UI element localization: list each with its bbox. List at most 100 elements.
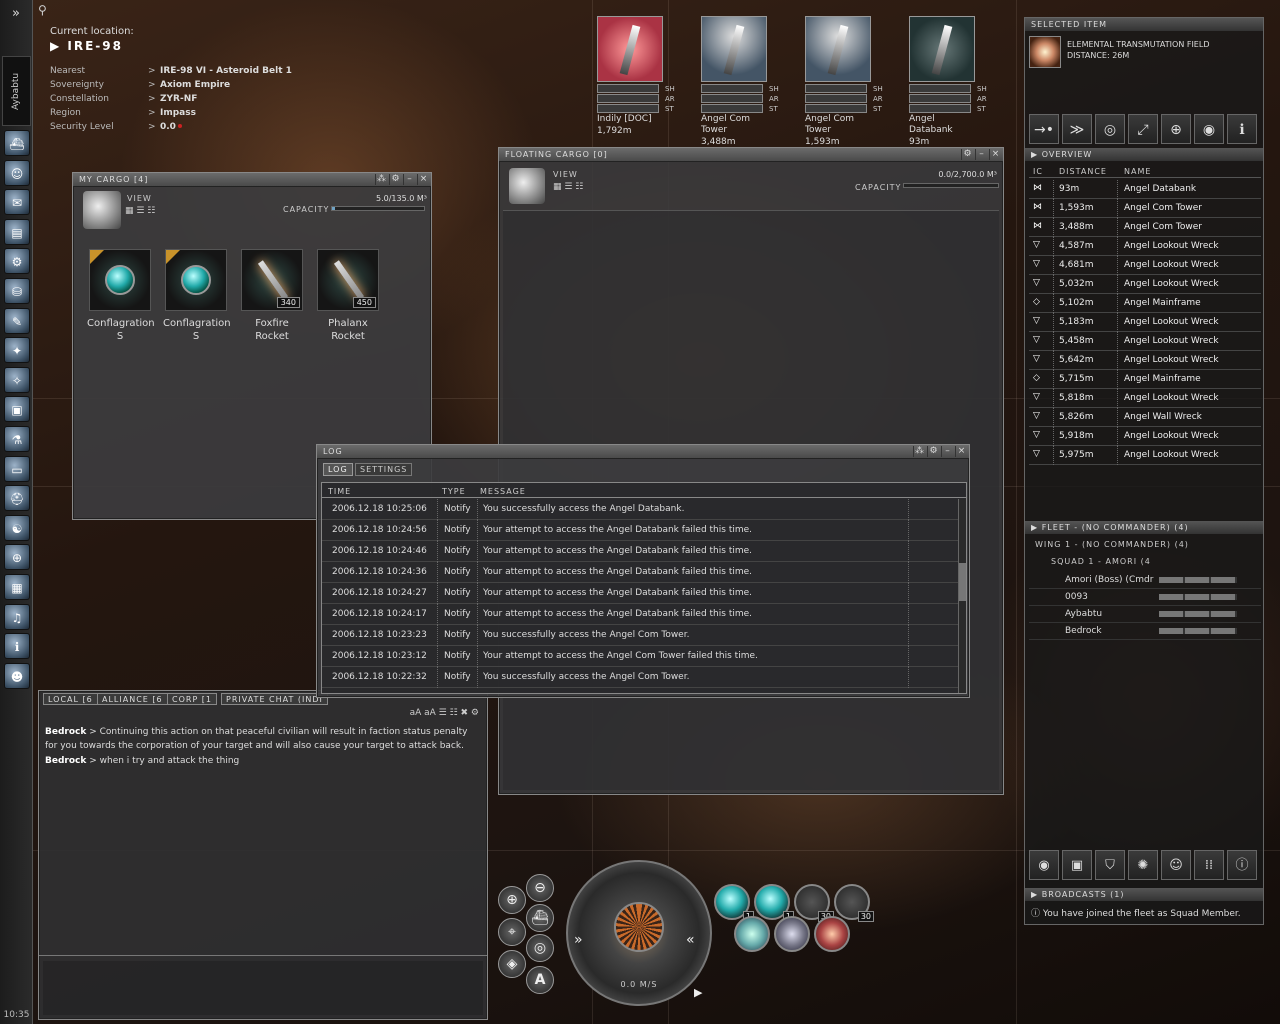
overview-row[interactable]: ▽ 5,918m Angel Lookout Wreck: [1029, 427, 1261, 446]
floating-cargo-caption[interactable]: FLOATING CARGO [0] ⚙ – ×: [499, 148, 1003, 162]
overview-row[interactable]: ⋈ 93m Angel Databank: [1029, 180, 1261, 199]
chat-toolbar[interactable]: aA aA ☰ ☷ ✖ ⚙: [410, 708, 479, 718]
drone-icon[interactable]: [734, 916, 770, 952]
close-icon[interactable]: ×: [955, 446, 967, 457]
log-row[interactable]: 2006.12.18 10:23:12 Notify Your attempt to…: [322, 646, 958, 667]
assets-icon[interactable]: ⚙: [4, 248, 30, 275]
selected-item-header[interactable]: SELECTED ITEM: [1025, 18, 1263, 31]
corp-icon[interactable]: ☯: [4, 514, 30, 541]
journal-icon[interactable]: ✎: [4, 307, 30, 334]
expand-neocom-button[interactable]: »: [4, 5, 28, 23]
log-row[interactable]: 2006.12.18 10:24:17 Notify Your attempt to…: [322, 604, 958, 625]
target-portrait[interactable]: [909, 16, 975, 82]
target-portrait[interactable]: [597, 16, 663, 82]
notepad-icon[interactable]: ▤: [4, 218, 30, 245]
browser-icon[interactable]: ⊕: [4, 544, 30, 571]
log-row[interactable]: 2006.12.18 10:23:23 Notify You successfull…: [322, 625, 958, 646]
crystal-module-icon[interactable]: 1: [714, 884, 754, 922]
play-icon[interactable]: ▶: [694, 986, 702, 999]
overview-row[interactable]: ⋈ 3,488m Angel Com Tower: [1029, 218, 1261, 237]
chat-tab[interactable]: PRIVATE CHAT (INDI: [221, 693, 328, 705]
minimize-icon[interactable]: –: [403, 174, 415, 185]
market-icon[interactable]: ⛁: [4, 278, 30, 304]
target-1[interactable]: SH AR ST Indily [DOC] 1,792m: [597, 16, 675, 137]
stack-icon[interactable]: ⁂: [375, 174, 387, 185]
character-icon[interactable]: ☻: [4, 662, 30, 689]
squad-label[interactable]: SQUAD 1 - AMORI (4: [1051, 557, 1151, 566]
close-icon[interactable]: ×: [989, 149, 1001, 160]
info-circle-icon[interactable]: ⓘ: [1227, 850, 1257, 880]
keep-range-icon[interactable]: ⤢: [1128, 114, 1158, 144]
look-at-icon[interactable]: ◉: [1194, 114, 1224, 144]
settings-icon[interactable]: ⚙: [389, 174, 401, 185]
chat-window[interactable]: LOCAL [6 ALLIANCE [6 CORP [1 PRIVATE CHAT (…: [38, 690, 488, 1020]
wing-label[interactable]: WING 1 - (NO COMMANDER) (4): [1035, 540, 1189, 549]
eve-menu-icon[interactable]: ⚲: [38, 3, 50, 17]
overview-row[interactable]: ▽ 5,975m Angel Lookout Wreck: [1029, 446, 1261, 465]
chat-tab[interactable]: LOCAL [6: [43, 693, 98, 705]
cargo-item[interactable]: Conflagration S: [87, 249, 155, 343]
launcher-module-icon[interactable]: 30: [834, 884, 874, 922]
cargo-icon[interactable]: ▣: [1062, 850, 1092, 880]
chat-sender[interactable]: Bedrock: [45, 727, 86, 737]
tactical-icon[interactable]: ⌖: [498, 918, 526, 946]
view-mode-icons[interactable]: ▦ ☰ ☷: [125, 206, 155, 216]
log-row[interactable]: 2006.12.18 10:24:27 Notify Your attempt to…: [322, 583, 958, 604]
person-icon[interactable]: ☺: [1161, 850, 1191, 880]
chat-tab[interactable]: ALLIANCE [6: [97, 693, 168, 705]
tab-settings[interactable]: SETTINGS: [355, 463, 413, 476]
autopilot-button[interactable]: A: [526, 966, 554, 994]
crystal-icon[interactable]: [89, 249, 151, 311]
audio-icon[interactable]: ♫: [4, 603, 30, 630]
overview-row[interactable]: ◇ 5,102m Angel Mainframe: [1029, 294, 1261, 313]
close-icon[interactable]: ×: [417, 174, 429, 185]
target-3[interactable]: SH AR ST Angel Com Tower 1,593m: [805, 16, 883, 148]
column-type[interactable]: TYPE: [442, 487, 466, 496]
wallet-icon[interactable]: ▭: [4, 455, 30, 482]
lock-target-icon[interactable]: ⊕: [1161, 114, 1191, 144]
fleet-member-row[interactable]: Aybabtu: [1029, 606, 1261, 623]
column-time[interactable]: TIME: [328, 487, 351, 496]
starmap-icon[interactable]: ✧: [4, 366, 30, 393]
view-mode-icons[interactable]: ▦ ☰ ☷: [553, 182, 583, 192]
module-icon[interactable]: [774, 916, 810, 952]
tab-log[interactable]: LOG: [323, 463, 353, 476]
settings-icon[interactable]: ⚙: [961, 149, 973, 160]
crystal-module-icon[interactable]: 1: [754, 884, 794, 922]
log-row[interactable]: 2006.12.18 10:24:36 Notify Your attempt to…: [322, 562, 958, 583]
cargo-item[interactable]: 340 Foxfire Rocket: [239, 249, 305, 343]
items-icon[interactable]: ▣: [4, 396, 30, 423]
overview-row[interactable]: ▽ 5,642m Angel Lookout Wreck: [1029, 351, 1261, 370]
minimize-icon[interactable]: –: [941, 446, 953, 457]
log-scrollbar[interactable]: [958, 499, 966, 693]
broadcasts-header[interactable]: ▶ BROADCASTS (1): [1025, 888, 1263, 901]
overview-row[interactable]: ⋈ 1,593m Angel Com Tower: [1029, 199, 1261, 218]
scanner-icon[interactable]: ◎: [526, 934, 554, 962]
people-icon[interactable]: ☺: [4, 159, 30, 186]
help-icon[interactable]: ⛑: [4, 485, 30, 512]
character-tab[interactable]: Aybabtu: [2, 56, 31, 126]
log-row[interactable]: 2006.12.18 10:24:46 Notify Your attempt to…: [322, 541, 958, 562]
camera-icon[interactable]: ◈: [498, 950, 526, 978]
science-icon[interactable]: ⚗: [4, 426, 30, 452]
rocket-icon[interactable]: 450: [317, 249, 379, 311]
shield-icon[interactable]: ⛉: [1095, 850, 1125, 880]
settings-icon[interactable]: ⚙: [927, 446, 939, 457]
crystal-icon[interactable]: [165, 249, 227, 311]
approach-icon[interactable]: →•: [1029, 114, 1059, 144]
log-row[interactable]: 2006.12.18 10:25:06 Notify You successfull…: [322, 499, 958, 520]
fleet-member-row[interactable]: 0093: [1029, 589, 1261, 606]
fleet-member-row[interactable]: Bedrock: [1029, 623, 1261, 640]
overview-row[interactable]: ▽ 5,183m Angel Lookout Wreck: [1029, 313, 1261, 332]
cargo-item[interactable]: 450 Phalanx Rocket: [315, 249, 381, 343]
overview-row[interactable]: ▽ 4,681m Angel Lookout Wreck: [1029, 256, 1261, 275]
my-cargo-caption[interactable]: MY CARGO [4] ⁂ ⚙ – ×: [73, 173, 431, 187]
ship-icon[interactable]: ⛴: [4, 130, 30, 156]
dots-icon[interactable]: ⁞⁞: [1194, 850, 1224, 880]
chat-tab[interactable]: CORP [1: [167, 693, 218, 705]
target-portrait[interactable]: [701, 16, 767, 82]
ship-hud[interactable]: » « 0.0 M/S: [566, 860, 712, 1006]
weapon-icon[interactable]: [814, 916, 850, 952]
autopilot-icon[interactable]: ⛴: [526, 904, 554, 932]
warp-icon[interactable]: ≫: [1062, 114, 1092, 144]
